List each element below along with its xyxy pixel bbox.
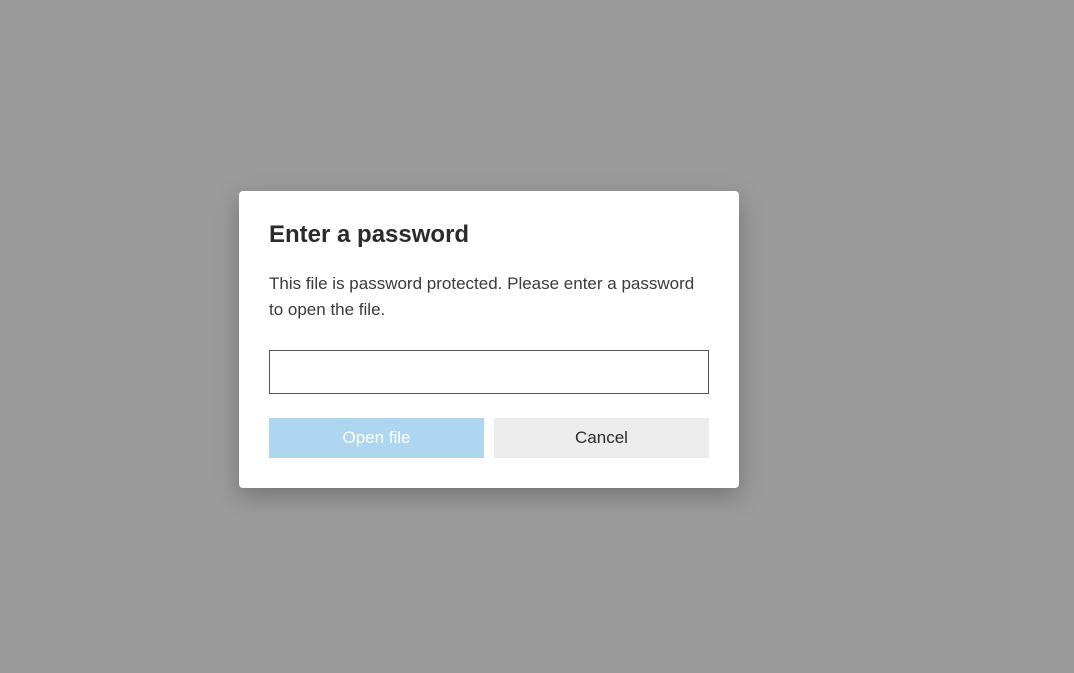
dialog-button-row: Open file Cancel [269, 418, 709, 458]
password-input[interactable] [269, 350, 709, 394]
cancel-button[interactable]: Cancel [494, 418, 709, 458]
dialog-description: This file is password protected. Please … [269, 271, 709, 322]
open-file-button[interactable]: Open file [269, 418, 484, 458]
dialog-title: Enter a password [269, 221, 709, 249]
password-dialog: Enter a password This file is password p… [239, 191, 739, 488]
